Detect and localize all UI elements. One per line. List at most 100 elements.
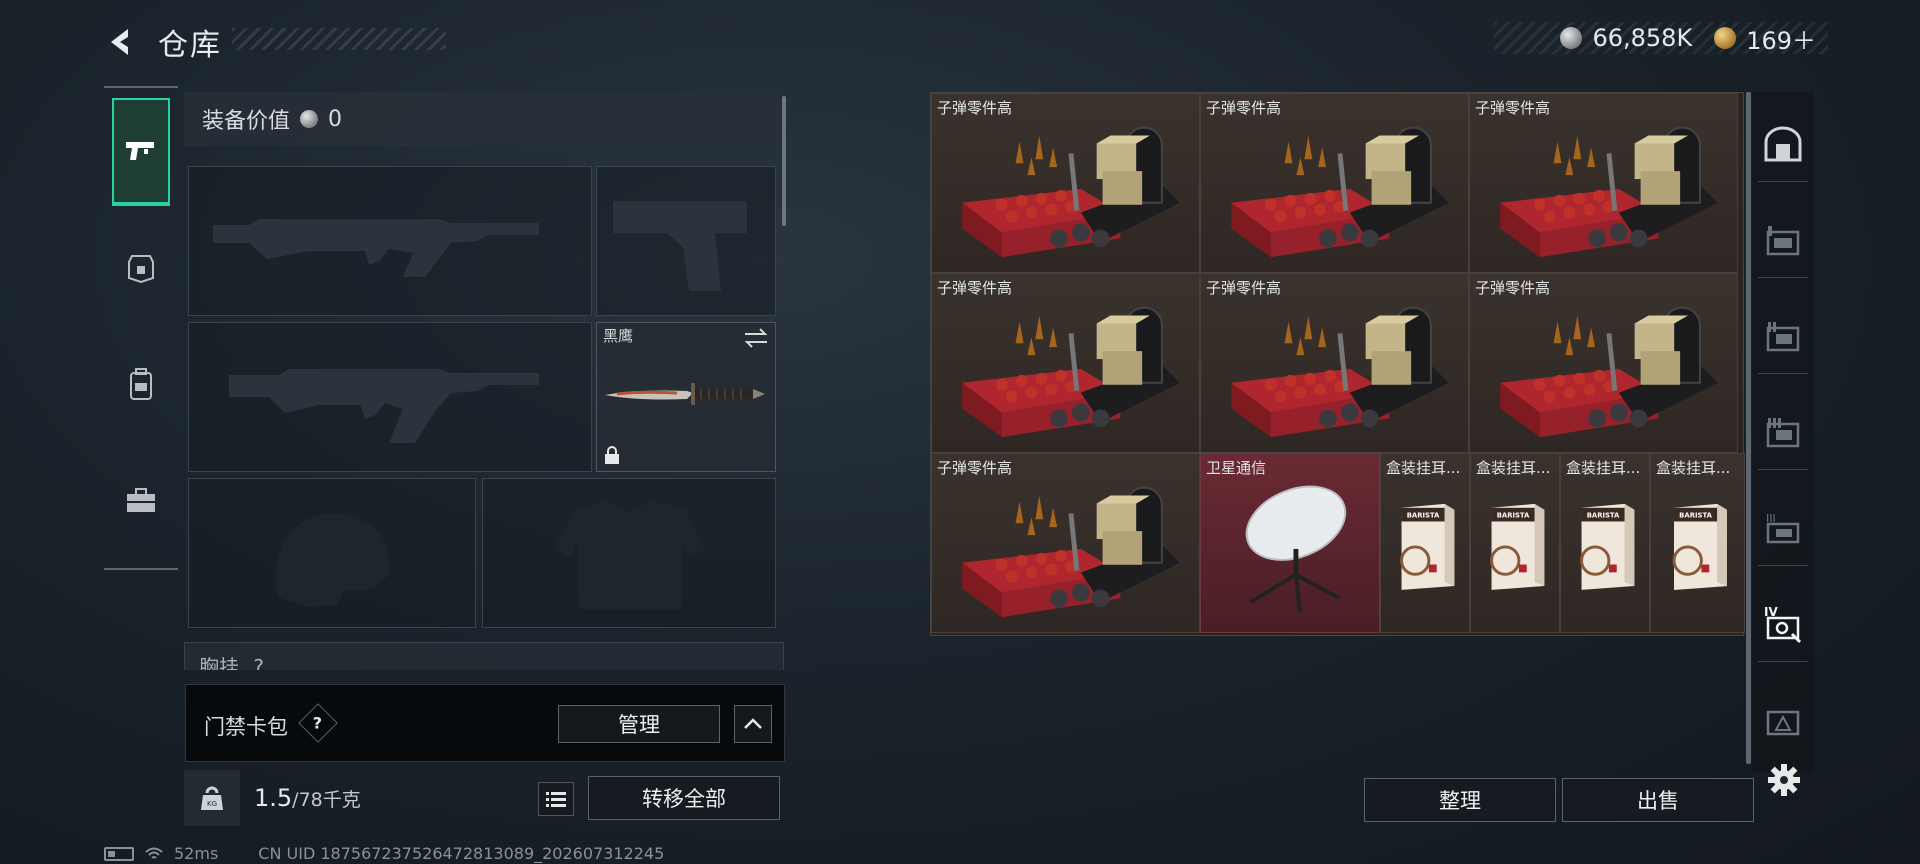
list-view-button[interactable] xyxy=(538,782,574,816)
ammo-parts-crate-image xyxy=(962,306,1180,438)
storage-item-ammo[interactable]: 子弹零件高 xyxy=(931,453,1200,633)
equipment-value: 0 xyxy=(328,106,343,132)
ping-readout: 52ms xyxy=(174,844,219,863)
keycard-help-button[interactable]: ? xyxy=(298,703,338,743)
chest-rig-row[interactable]: 胸挂 ? xyxy=(184,642,784,670)
container-tier-5-tab[interactable] xyxy=(1758,682,1808,758)
svg-text:BARISTA: BARISTA xyxy=(1679,512,1712,520)
silver-currency-value: 66,858K xyxy=(1592,24,1693,52)
container-tier-2-tab[interactable] xyxy=(1758,298,1808,374)
rifle-silhouette-icon xyxy=(229,369,539,443)
transfer-all-button[interactable]: 转移全部 xyxy=(588,776,780,820)
title-decoration xyxy=(232,28,446,50)
ammo-parts-crate-image xyxy=(962,486,1180,618)
weight-bar: KG 1.5/78千克 转移全部 xyxy=(184,770,786,826)
storage-item-ammo[interactable]: 子弹零件高 xyxy=(931,93,1200,273)
weight-current: 1.5 xyxy=(254,784,293,812)
crate-tier-3b-icon: III xyxy=(1766,512,1800,543)
equipment-value-label: 装备价值 xyxy=(202,109,291,134)
ammo-parts-crate-image xyxy=(1231,306,1449,438)
collapse-button[interactable] xyxy=(734,705,772,743)
swap-icon[interactable] xyxy=(743,327,769,349)
gold-coin-icon xyxy=(1714,27,1737,49)
keycard-wallet-label: 门禁卡包 xyxy=(204,715,288,739)
ammo-parts-crate-image xyxy=(1231,126,1449,258)
kettlebell-icon: KG xyxy=(201,786,223,810)
storage-item-coffee[interactable]: 盒装挂耳... BARISTA xyxy=(1560,453,1650,633)
chest-rig-label: 胸挂 xyxy=(199,655,239,670)
storage-item-label: 卫星通信 xyxy=(1206,459,1267,477)
melee-item-label: 黑鹰 xyxy=(603,327,634,345)
storage-item-label: 子弹零件高 xyxy=(937,99,1013,117)
silver-coin-icon xyxy=(1560,27,1583,49)
storage-item-ammo[interactable]: 子弹零件高 xyxy=(1200,93,1469,273)
storage-item-ammo[interactable]: 子弹零件高 xyxy=(1469,273,1738,453)
equipment-scrollbar[interactable] xyxy=(782,96,786,226)
ammo-parts-crate-image xyxy=(962,126,1180,258)
wifi-icon xyxy=(145,847,163,859)
storage-item-label: 子弹零件高 xyxy=(1475,99,1551,117)
storage-item-ammo[interactable]: 子弹零件高 xyxy=(931,273,1200,453)
armor-silhouette-icon xyxy=(555,501,705,609)
container-tier-4-tab[interactable]: IV xyxy=(1758,586,1808,662)
storage-item-label: 子弹零件高 xyxy=(1206,279,1282,297)
melee-slot[interactable]: 黑鹰 xyxy=(596,322,776,472)
weight-capacity: /78千克 xyxy=(292,789,361,811)
pistol-icon xyxy=(126,142,154,160)
helmet-silhouette-icon xyxy=(276,513,390,607)
manage-button[interactable]: 管理 xyxy=(558,705,720,743)
storage-item-satellite[interactable]: 卫星通信 xyxy=(1200,453,1380,633)
equipment-value-row: 装备价值 0 xyxy=(184,92,784,146)
storage-item-label: 子弹零件高 xyxy=(1206,99,1282,117)
container-tier-1-tab[interactable] xyxy=(1758,202,1808,278)
settings-button[interactable] xyxy=(1764,760,1804,800)
storage-grid: 子弹零件高 子弹零件高 子弹零件高 子弹零件高 子弹零件高 子弹零件高 子弹零件高 卫星通信盒… xyxy=(930,92,1745,636)
storage-item-coffee[interactable]: 盒装挂耳... BARISTA xyxy=(1380,453,1470,633)
storage-item-coffee[interactable]: 盒装挂耳... BARISTA xyxy=(1470,453,1560,633)
storage-item-ammo[interactable]: 子弹零件高 xyxy=(1469,93,1738,273)
svg-text:KG: KG xyxy=(207,800,217,808)
crate-tier-2-icon xyxy=(1766,321,1800,351)
storage-item-ammo[interactable]: 子弹零件高 xyxy=(1200,273,1469,453)
primary-weapon-slot[interactable] xyxy=(188,166,592,316)
barista-coffee-box-image: BARISTA xyxy=(1400,503,1455,590)
user-uid: CN UID 1875672375264728130​89_2026073122… xyxy=(258,844,665,863)
storage-item-coffee[interactable]: 盒装挂耳... BARISTA xyxy=(1650,453,1745,633)
crate-tier-4-icon: IV xyxy=(1764,605,1802,643)
category-toolbox-tab[interactable] xyxy=(112,446,170,554)
back-arrow-icon xyxy=(111,29,128,55)
svg-text:BARISTA: BARISTA xyxy=(1587,512,1620,520)
safe-box-icon xyxy=(1764,126,1802,161)
container-tier-3b-tab[interactable]: III xyxy=(1758,490,1808,566)
barista-coffee-box-image: BARISTA xyxy=(1490,503,1545,590)
svg-text:BARISTA: BARISTA xyxy=(1497,512,1530,520)
gold-currency-value[interactable]: 169＋ xyxy=(1746,21,1816,56)
crate-tier-1-icon xyxy=(1766,225,1800,255)
battery-icon xyxy=(104,846,134,861)
page-title: 仓库 xyxy=(158,28,222,63)
sort-button[interactable]: 整理 xyxy=(1364,778,1556,822)
storage-item-label: 盒装挂耳... xyxy=(1476,459,1551,477)
container-tier-3-tab[interactable] xyxy=(1758,394,1808,470)
body-armor-slot[interactable] xyxy=(482,478,776,628)
list-icon xyxy=(546,792,566,807)
gear-icon xyxy=(1768,764,1800,796)
category-armor-tab[interactable] xyxy=(112,214,170,322)
secondary-weapon-slot[interactable] xyxy=(188,322,592,472)
back-button[interactable] xyxy=(100,22,140,62)
ammo-parts-crate-image xyxy=(1500,306,1718,438)
helmet-slot[interactable] xyxy=(188,478,476,628)
container-safe-tab[interactable] xyxy=(1758,106,1808,182)
crate-tier-3-icon xyxy=(1766,417,1800,447)
category-weapons-tab[interactable] xyxy=(112,98,170,206)
sidearm-slot[interactable] xyxy=(596,166,776,316)
category-backpack-tab[interactable] xyxy=(112,330,170,438)
storage-item-label: 子弹零件高 xyxy=(1475,279,1551,297)
rifle-silhouette-icon xyxy=(213,219,539,277)
chevron-up-icon xyxy=(744,718,762,729)
storage-item-label: 盒装挂耳... xyxy=(1386,459,1461,477)
storage-scrollbar[interactable] xyxy=(1746,92,1751,764)
ammo-parts-crate-image xyxy=(1500,126,1718,258)
sell-button[interactable]: 出售 xyxy=(1562,778,1754,822)
chest-rig-count: ? xyxy=(253,655,264,670)
